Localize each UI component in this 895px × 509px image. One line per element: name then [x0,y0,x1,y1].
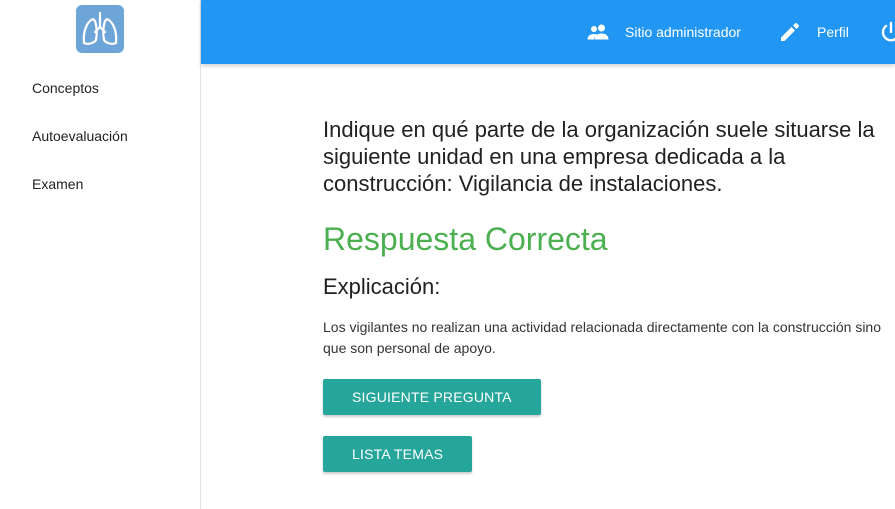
explanation-text: Los vigilantes no realizan una actividad… [323,319,881,356]
admin-site-link[interactable]: Sitio administrador [587,0,741,64]
profile-label: Perfil [817,24,849,40]
question-text: Indique en qué parte de la organización … [323,117,875,196]
profile-link[interactable]: Perfil [779,0,849,64]
top-app-bar: Sitio administrador Perfil [201,0,895,64]
explanation-title: Explicación: [323,274,441,299]
result-heading: Respuesta Correcta [323,221,608,257]
sidebar: Conceptos Autoevaluación Examen [0,0,201,509]
lungs-icon[interactable] [76,5,124,53]
sidebar-item-autoevaluacion[interactable]: Autoevaluación [32,128,128,144]
power-icon [880,21,895,43]
topics-list-button[interactable]: Lista temas [323,436,473,472]
question-panel: Indique en qué parte de la organización … [323,116,895,359]
sidebar-item-examen[interactable]: Examen [32,176,83,192]
next-question-button[interactable]: Siguiente pregunta [323,379,541,415]
sidebar-item-conceptos[interactable]: Conceptos [32,80,99,96]
logout-button[interactable] [880,0,895,64]
pencil-icon [779,21,801,43]
people-icon [587,24,609,40]
admin-site-label: Sitio administrador [625,24,741,40]
